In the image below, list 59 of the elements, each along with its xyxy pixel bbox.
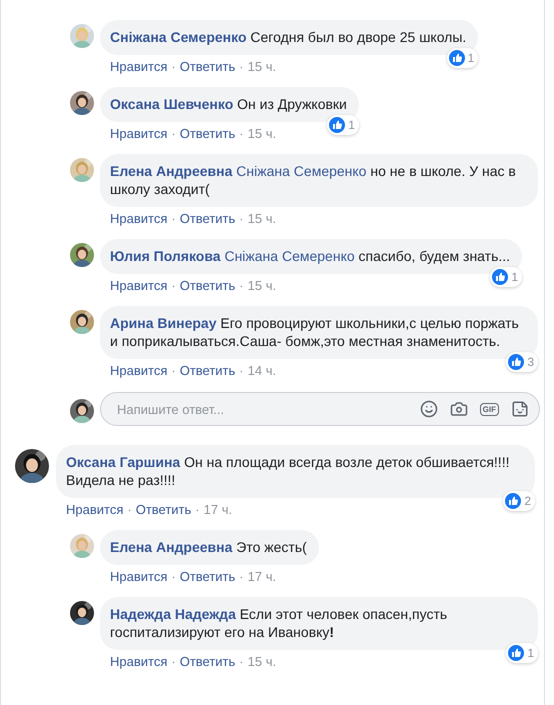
comment-text: Надежда Надежда Если этот человек опасен,пусть госпитализируют его на Ивановку! — [100, 597, 538, 650]
action-link[interactable]: Нравится — [110, 569, 168, 584]
thumbs-up-icon — [492, 269, 508, 285]
action-link[interactable]: Нравится — [110, 278, 168, 293]
action-link[interactable]: Ответить — [180, 569, 236, 584]
thumbs-up-icon — [508, 354, 524, 370]
timestamp: 14 ч. — [248, 363, 276, 378]
timestamp: 17 ч. — [248, 569, 276, 584]
comment-text: Оксана Шевченко Он из Дружковки — [100, 87, 359, 122]
comment-text: Юлия Полякова Сніжана Семеренко спасибо, будем знать... — [100, 239, 522, 274]
action-link[interactable]: Нравится — [110, 59, 168, 74]
separator-dot: · — [239, 569, 244, 584]
action-link[interactable]: Ответить — [180, 278, 236, 293]
timestamp: 15 ч. — [248, 59, 276, 74]
action-link[interactable]: Ответить — [180, 126, 236, 141]
timestamp: 15 ч. — [248, 211, 276, 226]
action-link[interactable]: Ответить — [180, 211, 236, 226]
separator-dot: · — [171, 278, 176, 293]
separator-dot: · — [239, 211, 244, 226]
action-link[interactable]: Нравится — [110, 126, 168, 141]
emoji-icon[interactable] — [420, 400, 438, 418]
thumbs-up-icon — [508, 645, 524, 661]
action-link[interactable]: Нравится — [66, 502, 124, 517]
action-link[interactable]: Ответить — [180, 59, 236, 74]
separator-dot: · — [239, 654, 244, 669]
action-link[interactable]: Ответить — [136, 502, 192, 517]
separator-dot: · — [171, 126, 176, 141]
separator-dot: · — [195, 502, 200, 517]
separator-dot: · — [239, 59, 244, 74]
comment-text: Елена Андреевна Это жесть( — [100, 530, 319, 565]
comment-text: Сніжана Семеренко Сегодня был во дворе 25 школы. — [100, 20, 478, 55]
comment-text: Оксана Гаршина Он на площади всегда возле деток обшивается!!!! Видела не раз!!!! — [56, 445, 535, 498]
sticker-icon[interactable] — [511, 400, 529, 418]
separator-dot: · — [171, 363, 176, 378]
thumbs-up-icon — [505, 493, 522, 509]
thumbs-up-icon — [448, 50, 465, 66]
timestamp: 17 ч. — [204, 502, 232, 517]
separator-dot: · — [171, 211, 176, 226]
action-link[interactable]: Нравится — [110, 654, 168, 669]
separator-dot: · — [171, 569, 176, 584]
separator-dot: · — [171, 59, 176, 74]
gif-button[interactable]: GIF — [480, 402, 499, 416]
separator-dot: · — [239, 278, 244, 293]
comment-text: Елена Андреевна Сніжана Семеренко но не в школе. У нас в школу заходит( — [100, 154, 538, 207]
camera-icon[interactable] — [450, 400, 468, 418]
separator-dot: · — [239, 363, 244, 378]
timestamp: 15 ч. — [248, 278, 276, 293]
timestamp: 15 ч. — [248, 654, 276, 669]
action-link[interactable]: Ответить — [180, 363, 236, 378]
thumbs-up-icon — [329, 117, 346, 133]
separator-dot: · — [239, 126, 244, 141]
timestamp: 15 ч. — [248, 126, 276, 141]
action-link[interactable]: Нравится — [110, 363, 168, 378]
action-link[interactable]: Ответить — [180, 654, 236, 669]
action-link[interactable]: Нравится — [110, 211, 168, 226]
comment-text: Арина Винерау Его провоцируют школьники,с целью поржать и поприкалываться.Саша- бомж,это местная знаменитость. — [100, 306, 538, 359]
separator-dot: · — [171, 654, 176, 669]
reply-field[interactable]: Напишите ответ... GIF — [100, 392, 540, 426]
separator-dot: · — [127, 502, 132, 517]
